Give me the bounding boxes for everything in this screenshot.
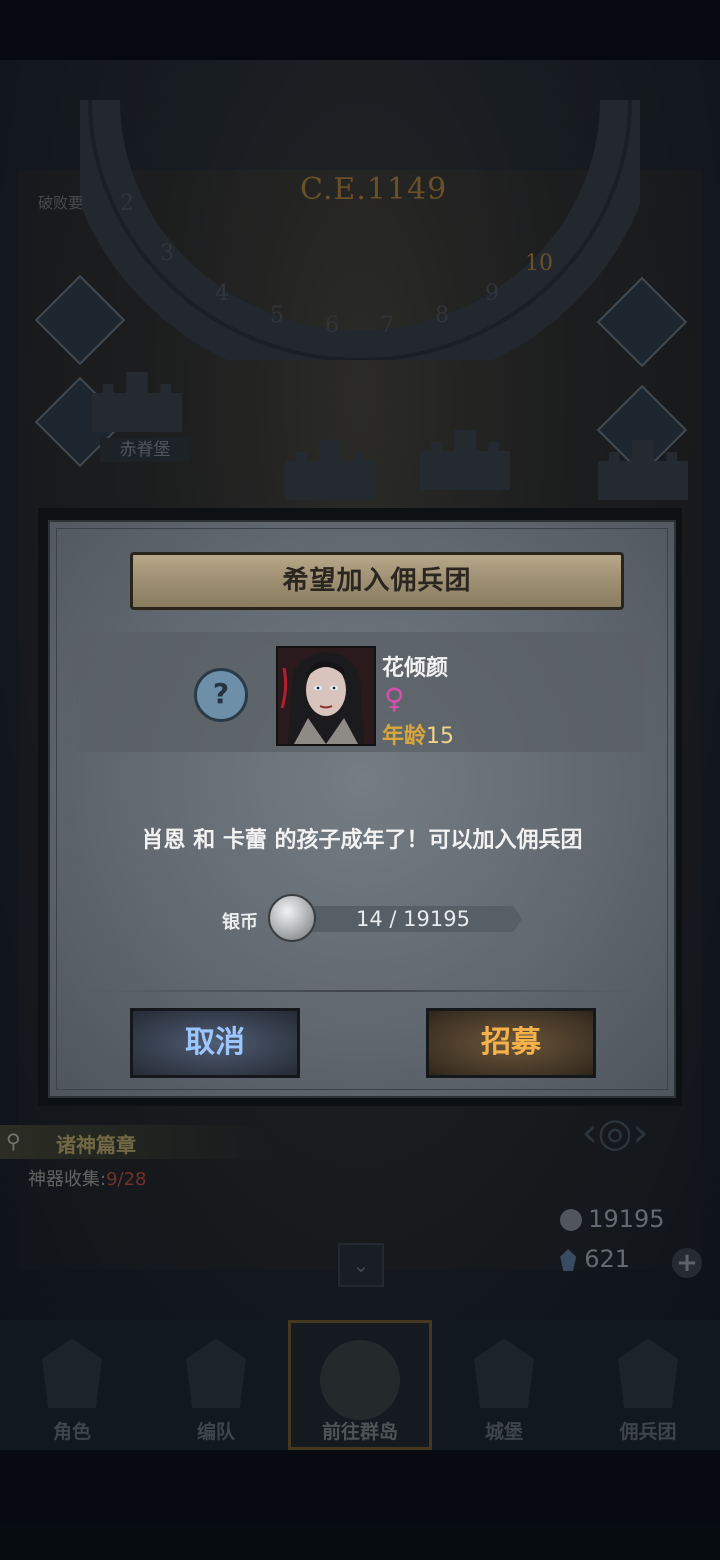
dialog-title-banner: 希望加入佣兵团 [130,552,624,610]
female-icon: ♀ [384,682,405,715]
character-portrait[interactable] [276,646,376,746]
dialog-title: 希望加入佣兵团 [282,566,472,596]
divider [84,990,640,992]
character-name: 花倾颜 [382,656,449,681]
age-value: 15 [426,724,455,749]
question-icon[interactable]: ? [194,668,248,722]
recruit-button[interactable]: 招募 [426,1008,596,1078]
cost-label: 银币 [222,912,258,933]
dialog-body: 希望加入佣兵团 ? 花倾颜 ♀ 年龄15 肖恩 和 卡蕾 的孩子成年了！可以加入… [48,520,676,1098]
age-label: 年龄 [382,724,427,749]
portrait-image [278,648,374,744]
age-info: 年龄15 [382,718,454,750]
cost-value: 14 / 19195 [356,907,470,931]
recruit-message: 肖恩 和 卡蕾 的孩子成年了！可以加入佣兵团 [141,828,583,853]
cancel-button[interactable]: 取消 [130,1008,300,1078]
silver-coin-icon [268,894,316,942]
recruit-dialog: 希望加入佣兵团 ? 花倾颜 ♀ 年龄15 肖恩 和 卡蕾 的孩子成年了！可以加入… [38,508,682,1106]
dialog-frame [56,528,668,1090]
